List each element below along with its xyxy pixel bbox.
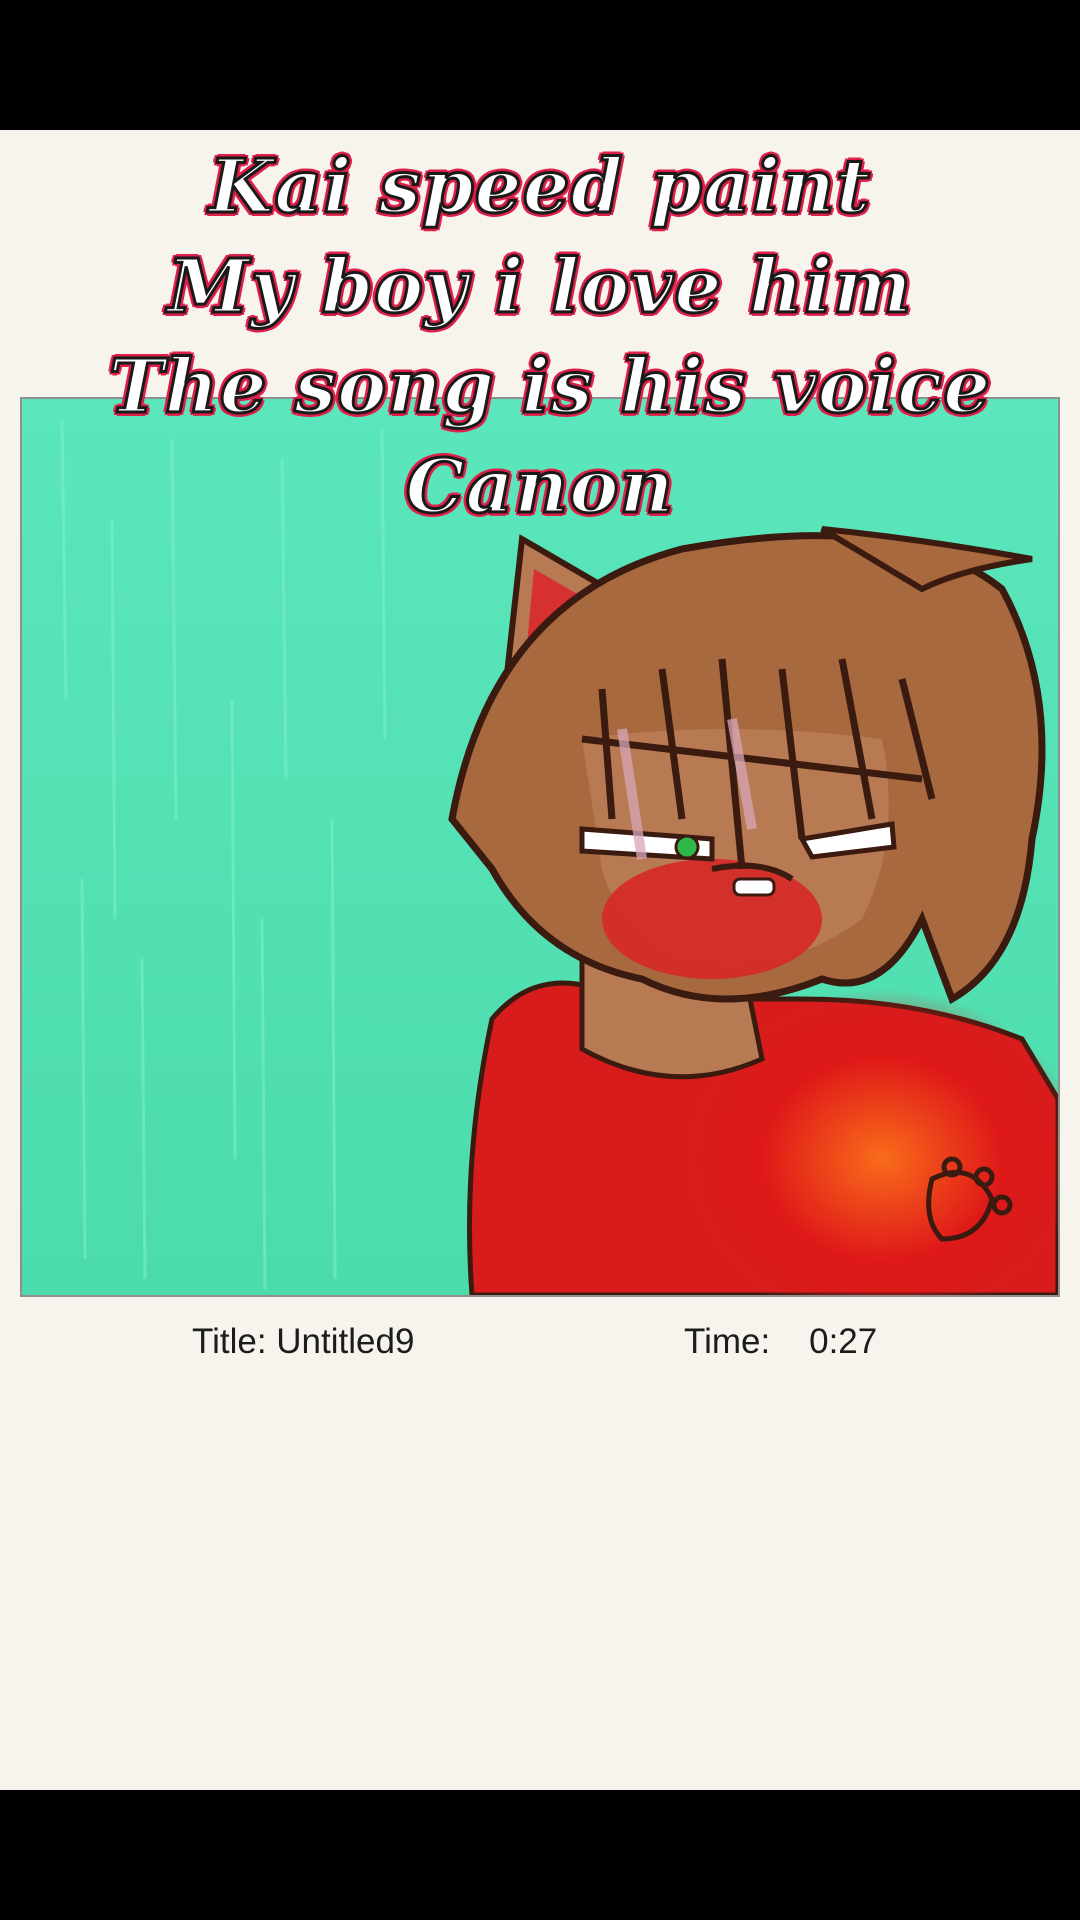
caption-line-2: My boy i love him [166, 244, 913, 330]
left-iris [674, 834, 700, 860]
teeth [732, 877, 776, 897]
time-value: 0:27 [809, 1322, 878, 1361]
title-value: Untitled9 [276, 1322, 415, 1361]
bottom-letterbox-bar [0, 1790, 1080, 1920]
caption-line-3: The song is his voice [107, 344, 992, 430]
drawing-title: Title: Untitled9 [192, 1322, 414, 1362]
title-label: Title: [192, 1322, 267, 1361]
caption-line-1: Kai speed paint [208, 144, 872, 230]
character-artwork [22, 399, 1058, 1295]
artwork-canvas [20, 397, 1060, 1297]
drawing-time: Time: 0:27 [684, 1322, 877, 1362]
top-letterbox-bar [0, 0, 1080, 130]
time-label: Time: [684, 1322, 771, 1361]
caption-line-4: Canon [404, 444, 675, 530]
